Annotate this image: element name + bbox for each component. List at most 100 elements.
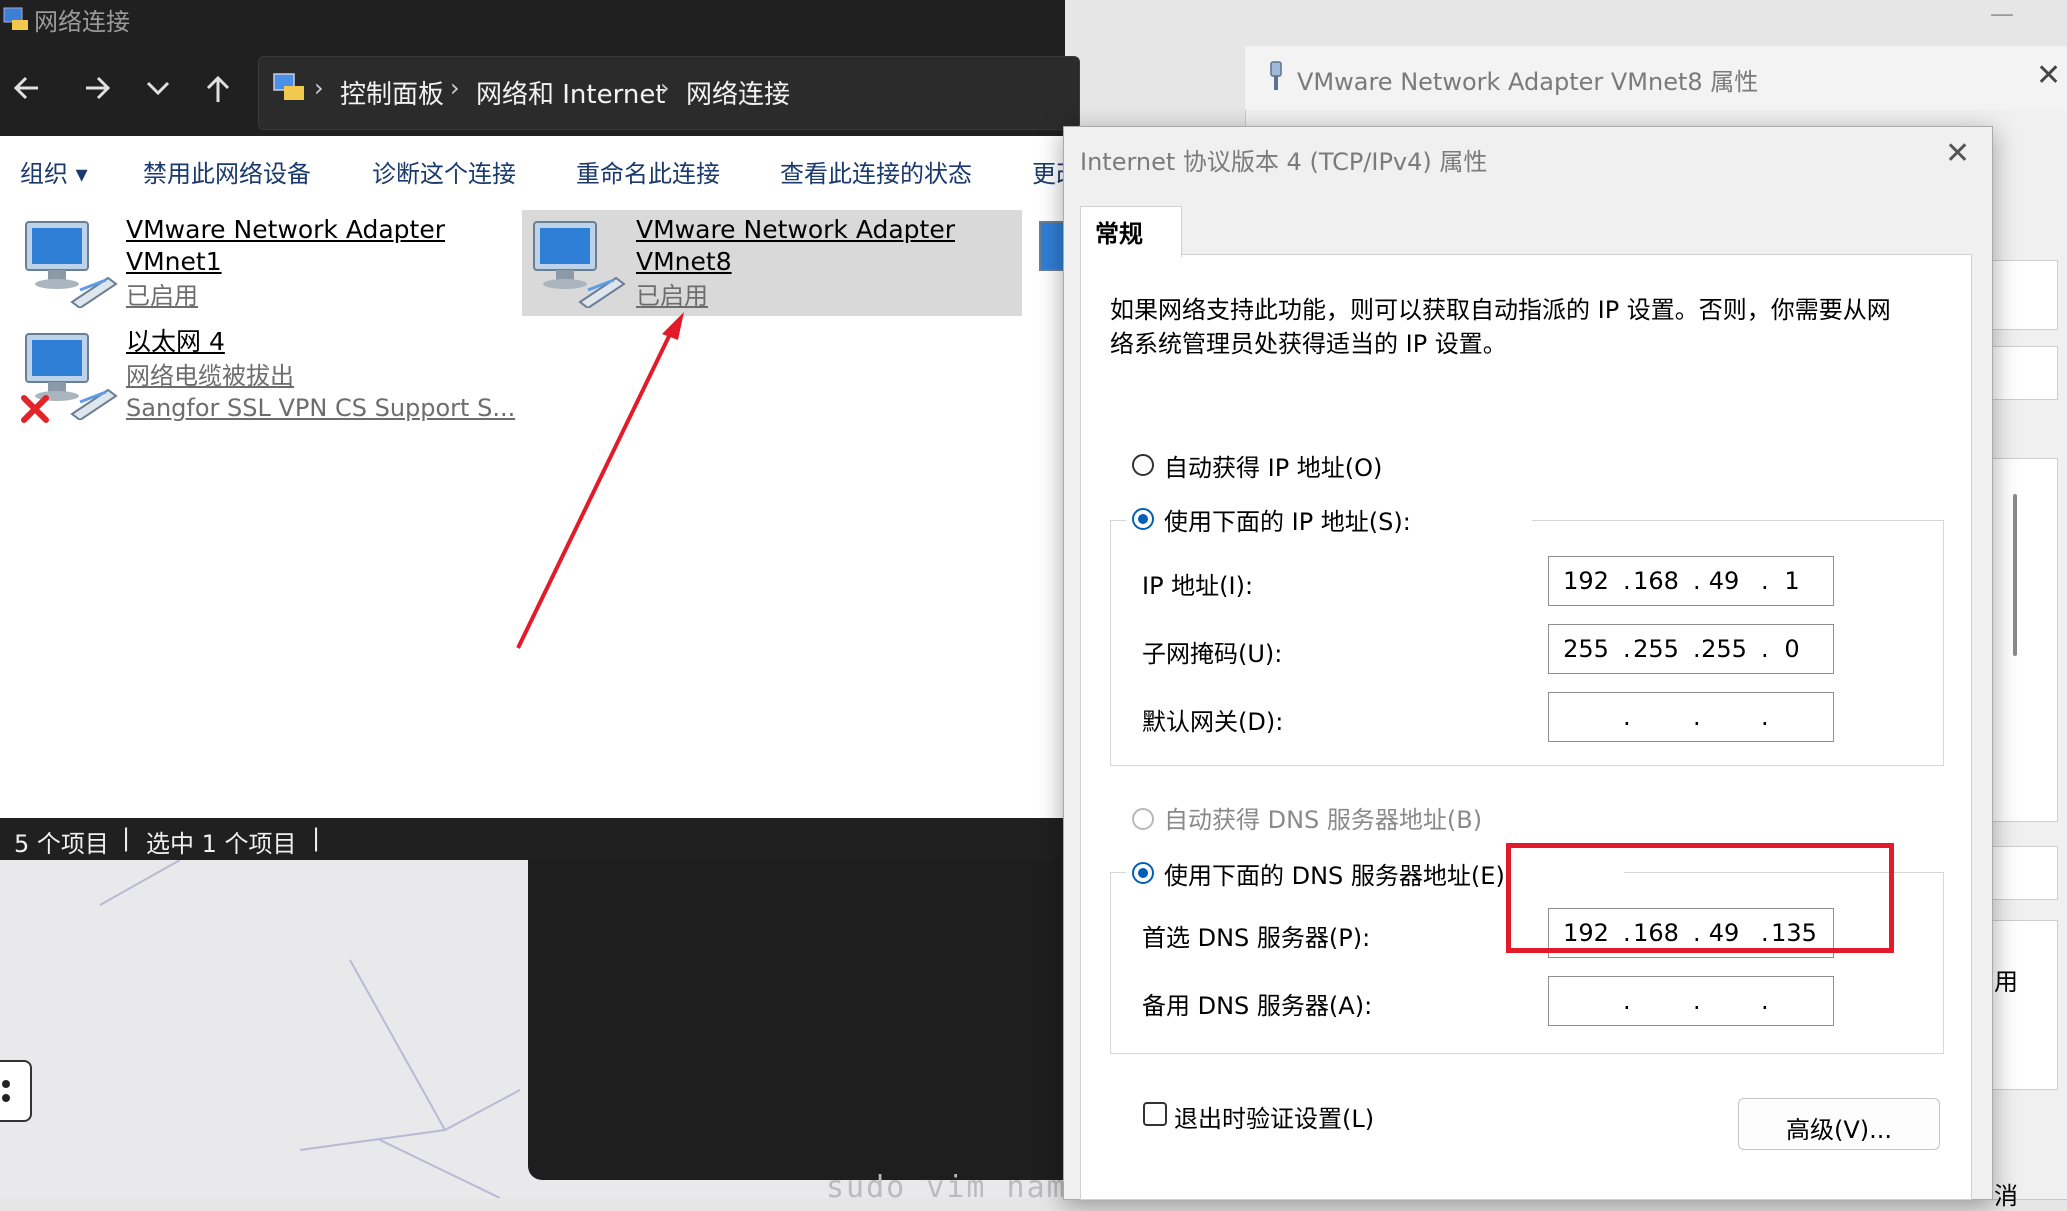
- connection-name: VMware Network Adapter: [126, 215, 446, 244]
- breadcrumb-control-panel[interactable]: 控制面板: [340, 74, 444, 111]
- arrow-up-icon: [206, 75, 230, 102]
- ip-octet: 255: [1701, 635, 1747, 663]
- network-adapter-icon: [1039, 221, 1066, 271]
- dns-highlight-box: [1506, 843, 1894, 953]
- explorer-titlebar: [0, 0, 1065, 38]
- subnet-mask-label: 子网掩码(U):: [1142, 640, 1283, 668]
- ip-address-label: IP 地址(I):: [1142, 572, 1254, 600]
- ip-dot: .: [1623, 703, 1631, 731]
- manual-dns-label: 使用下面的 DNS 服务器地址(E):: [1164, 862, 1513, 890]
- explorer-window-title: 网络连接: [34, 8, 130, 36]
- adapter-list-fragment: [1990, 260, 2058, 330]
- ip-octet: 49: [1708, 567, 1740, 595]
- terminal-window[interactable]: [528, 860, 1088, 1180]
- connection-device: Sangfor SSL VPN CS Support S...: [126, 394, 516, 422]
- subnet-mask-field[interactable]: 255 . 255 . 255 . 0: [1548, 624, 1834, 674]
- description-line-2: 络系统管理员处获得适当的 IP 设置。: [1110, 330, 1507, 358]
- terminal-command-text: sudo vim nam: [826, 1170, 1067, 1205]
- connection-name: VMware Network Adapter: [636, 215, 956, 244]
- ip-dot: .: [1761, 987, 1769, 1015]
- arrow-left-icon: [13, 76, 38, 100]
- disable-device-button[interactable]: 禁用此网络设备: [143, 154, 311, 189]
- status-divider: |: [122, 824, 131, 852]
- ip-dot: .: [1761, 703, 1769, 731]
- adapter-components-list[interactable]: [1990, 458, 2058, 822]
- network-plug-icon: [1270, 61, 1282, 90]
- rename-connection-button[interactable]: 重命名此连接: [576, 154, 720, 189]
- breadcrumb-separator: ›: [660, 74, 670, 102]
- ip-address-field[interactable]: 192 . 168 . 49 . 1: [1548, 556, 1834, 606]
- up-button[interactable]: [198, 70, 238, 114]
- chevron-down-icon: [146, 81, 170, 96]
- adapter-properties-title: VMware Network Adapter VMnet8 属性: [1297, 68, 1759, 96]
- network-folder-icon: [3, 7, 28, 30]
- connections-list: VMware Network Adapter VMnet1 已启用 VMware…: [0, 198, 1066, 818]
- connection-item-ethernet4[interactable]: 以太网 4 网络电缆被拔出 Sangfor SSL VPN CS Support…: [10, 322, 530, 432]
- back-button[interactable]: [8, 70, 48, 114]
- breadcrumb-network-connections[interactable]: 网络连接: [686, 74, 790, 111]
- item-count: 5 个项目: [14, 830, 109, 858]
- view-status-button[interactable]: 查看此连接的状态: [780, 154, 972, 189]
- breadcrumb-separator: ›: [450, 74, 460, 102]
- connection-name: 以太网 4: [126, 327, 225, 356]
- drag-handle-icon: [2, 1080, 10, 1102]
- scrollbar-thumb[interactable]: [2013, 494, 2017, 656]
- tcp-ipv4-dialog-title: Internet 协议版本 4 (TCP/IPv4) 属性: [1080, 148, 1488, 176]
- status-divider: |: [312, 824, 321, 852]
- auto-ip-radio[interactable]: [1132, 454, 1154, 476]
- recent-locations-button[interactable]: [138, 70, 178, 114]
- ip-dot: .: [1623, 635, 1631, 663]
- arrow-right-icon: [86, 76, 111, 100]
- minimize-button[interactable]: —: [1990, 0, 2014, 28]
- tab-general-label: 常规: [1095, 220, 1143, 248]
- breadcrumb-separator: ›: [314, 74, 324, 102]
- connection-name-line2: VMnet1: [126, 247, 222, 276]
- alternate-dns-label: 备用 DNS 服务器(A):: [1142, 992, 1373, 1020]
- auto-dns-radio[interactable]: [1132, 808, 1154, 830]
- connection-name-line2: VMnet8: [636, 247, 732, 276]
- connection-item-vmnet8[interactable]: VMware Network Adapter VMnet8 已启用: [522, 210, 1022, 316]
- red-x-icon: [21, 395, 49, 423]
- connection-status: 网络电缆被拔出: [126, 362, 294, 390]
- connection-status: 已启用: [126, 282, 198, 310]
- adapter-button-fragment[interactable]: [1990, 846, 2058, 900]
- close-button[interactable]: ✕: [1945, 136, 1970, 171]
- manual-dns-radio[interactable]: [1132, 862, 1154, 884]
- control-panel-icon: [273, 73, 304, 100]
- validate-settings-checkbox[interactable]: [1143, 1102, 1167, 1126]
- side-panel-handle[interactable]: [0, 1060, 32, 1122]
- ip-octet: 192: [1563, 567, 1609, 595]
- ip-octet: 168: [1633, 567, 1679, 595]
- ip-octet: 0: [1784, 635, 1800, 663]
- organize-menu[interactable]: 组织 ▾: [20, 154, 88, 189]
- adapter-description-box: [1990, 920, 2058, 1090]
- ip-dot: .: [1693, 703, 1701, 731]
- ip-dot: .: [1623, 567, 1631, 595]
- ip-octet: 255: [1563, 635, 1609, 663]
- network-adapter-icon: [533, 221, 626, 308]
- description-line-1: 如果网络支持此功能，则可以获取自动指派的 IP 设置。否则，你需要从网: [1110, 296, 1891, 324]
- adapter-button-fragment[interactable]: [1990, 346, 2058, 400]
- manual-ip-radio[interactable]: [1132, 508, 1154, 530]
- ip-octet: 1: [1784, 567, 1800, 595]
- ip-dot: .: [1623, 987, 1631, 1015]
- adapter-fragment-text: 用: [1994, 968, 2018, 996]
- diagnose-connection-button[interactable]: 诊断这个连接: [372, 154, 516, 189]
- manual-ip-label: 使用下面的 IP 地址(S):: [1164, 508, 1411, 536]
- validate-settings-label: 退出时验证设置(L): [1174, 1105, 1375, 1133]
- desktop-wallpaper-lines: [99, 859, 521, 1199]
- auto-dns-label: 自动获得 DNS 服务器地址(B): [1164, 806, 1483, 834]
- connection-item-vmnet1[interactable]: VMware Network Adapter VMnet1 已启用: [10, 210, 510, 316]
- forward-button[interactable]: [78, 70, 118, 114]
- default-gateway-label: 默认网关(D):: [1142, 708, 1284, 736]
- selected-count: 选中 1 个项目: [146, 830, 297, 858]
- ip-octet: 255: [1633, 635, 1679, 663]
- breadcrumb-network-internet[interactable]: 网络和 Internet: [476, 74, 666, 111]
- preferred-dns-label: 首选 DNS 服务器(P):: [1142, 924, 1371, 952]
- advanced-button-label: 高级(V)...: [1785, 1116, 1893, 1144]
- close-button[interactable]: ✕: [2036, 58, 2061, 93]
- default-gateway-field[interactable]: . . .: [1548, 692, 1834, 742]
- network-adapter-icon: [25, 221, 118, 308]
- alternate-dns-field[interactable]: . . .: [1548, 976, 1834, 1026]
- connection-status: 已启用: [636, 282, 708, 310]
